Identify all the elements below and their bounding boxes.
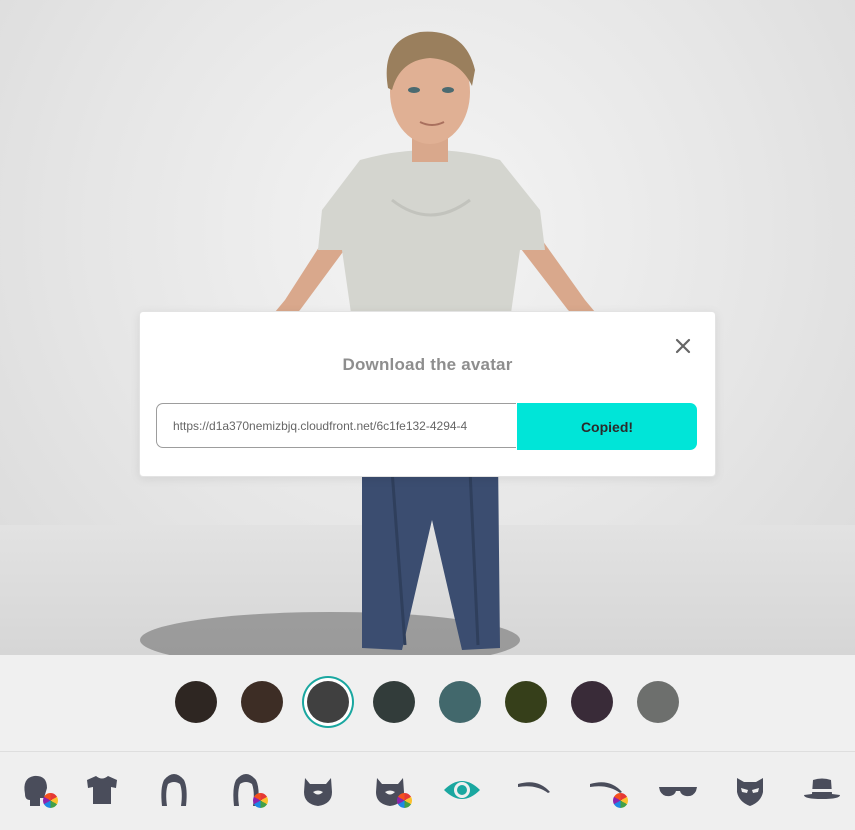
- avatar-url-input[interactable]: [156, 403, 516, 448]
- color-swatch[interactable]: [505, 681, 547, 723]
- hair-icon: [161, 774, 187, 806]
- beard-icon: [304, 778, 332, 806]
- close-icon: [675, 338, 691, 354]
- category-hair-color[interactable]: [224, 768, 268, 812]
- color-swatch[interactable]: [571, 681, 613, 723]
- category-hat[interactable]: [800, 768, 844, 812]
- glasses-icon: [659, 787, 697, 797]
- face-mask-icon: [737, 778, 763, 806]
- category-bar: [0, 752, 855, 830]
- category-glasses[interactable]: [656, 768, 700, 812]
- color-swatch[interactable]: [307, 681, 349, 723]
- category-beard-color[interactable]: [368, 768, 412, 812]
- download-modal: Download the avatar Copied!: [139, 311, 716, 477]
- category-head-skin[interactable]: [14, 768, 58, 812]
- category-beard[interactable]: [296, 768, 340, 812]
- color-wheel-icon: [253, 793, 268, 808]
- close-button[interactable]: [673, 336, 693, 356]
- color-swatch[interactable]: [373, 681, 415, 723]
- color-wheel-icon: [43, 793, 58, 808]
- color-swatch-bar: [0, 655, 855, 752]
- color-wheel-icon: [397, 793, 412, 808]
- category-mask[interactable]: [728, 768, 772, 812]
- category-eyes[interactable]: [440, 768, 484, 812]
- url-row: Copied!: [156, 403, 697, 450]
- hat-icon: [804, 778, 840, 799]
- copy-button[interactable]: Copied!: [517, 403, 697, 450]
- category-shirt[interactable]: [80, 768, 124, 812]
- modal-title: Download the avatar: [342, 355, 513, 374]
- shirt-icon: [87, 776, 117, 804]
- category-eyebrows[interactable]: [512, 768, 556, 812]
- color-wheel-icon: [613, 793, 628, 808]
- category-hair[interactable]: [152, 768, 196, 812]
- color-swatch[interactable]: [241, 681, 283, 723]
- color-swatch[interactable]: [637, 681, 679, 723]
- color-swatch[interactable]: [439, 681, 481, 723]
- eye-icon: [444, 781, 480, 799]
- color-swatch[interactable]: [175, 681, 217, 723]
- category-eyebrow-color[interactable]: [584, 768, 628, 812]
- eyebrow-icon: [518, 782, 550, 793]
